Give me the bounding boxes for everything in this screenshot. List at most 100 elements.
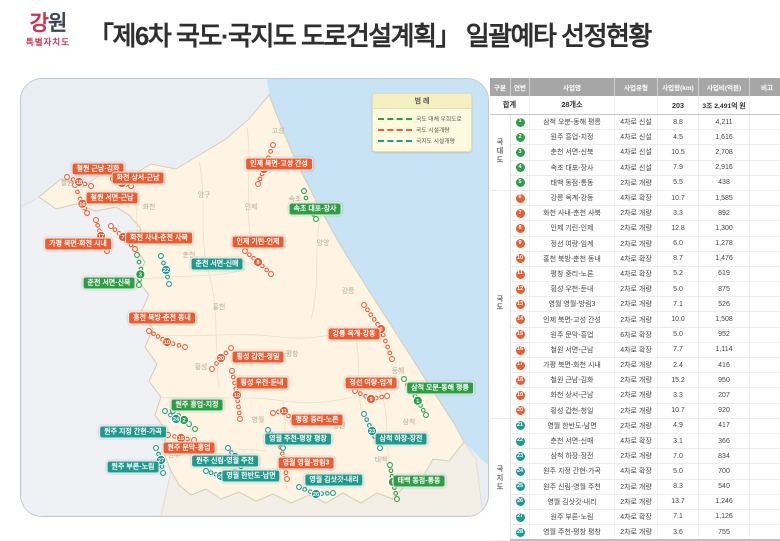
project-type-cell: 4차로 확장 — [615, 251, 658, 266]
row-number-cell: 24 — [511, 464, 530, 479]
project-type-cell: 2차로 개량 — [615, 175, 658, 190]
route-bead — [326, 492, 330, 496]
cost-cell: 4,211 — [699, 115, 750, 130]
row-number-badge: 15 — [516, 330, 525, 339]
project-name-cell: 철원 서면-근남 — [530, 342, 615, 357]
row-number-cell: 4 — [511, 160, 530, 175]
length-cell: 10.7 — [658, 403, 699, 418]
row-number-badge: 11 — [516, 270, 525, 279]
row-number-cell: 17 — [511, 358, 530, 373]
legend-item-label: 국지도 시설개량 — [416, 136, 455, 145]
row-number-badge: 2 — [516, 133, 525, 142]
group-label-cell: 국도 — [490, 190, 511, 418]
project-type-cell: 4차로 신설 — [615, 160, 658, 175]
table-row: 25원주 신림-영월 주천2차로 개량8.3540 — [490, 479, 780, 494]
route-bead — [269, 272, 274, 277]
column-header: 비고 — [750, 78, 780, 96]
legend-item: 국지도 시설개량 — [378, 136, 466, 145]
note-cell — [750, 342, 780, 357]
route-bead — [160, 465, 164, 469]
table-row: 28영월 주천-평창 평창2차로 개량3.6755 — [490, 525, 780, 541]
length-cell: 7.1 — [658, 509, 699, 524]
route-bead — [133, 247, 138, 252]
map-project-label: 강릉 옥계-강동 — [328, 328, 381, 341]
row-number-badge: 5 — [516, 178, 525, 187]
project-type-cell: 4차로 확장 — [615, 266, 658, 281]
project-name-cell: 원주 부론-노림 — [530, 509, 615, 524]
route-bead — [378, 446, 383, 451]
note-cell — [750, 373, 780, 388]
map-project-label: 춘천 서면-신북 — [83, 277, 136, 290]
route-bead — [297, 485, 302, 490]
table-row: 9정선 여량-임계2차로 개량6.01,278 — [490, 236, 780, 251]
region-name-label: 고성 — [272, 126, 285, 135]
project-name-cell: 원주 신림-영월 주천 — [530, 479, 615, 494]
table-row: 24원주 지정 간현-가곡4차로 확장5.0700 — [490, 464, 780, 479]
map-project-label: 인제 북면-고성 간성 — [245, 158, 313, 171]
row-number-badge: 20 — [516, 406, 525, 415]
route-bead — [424, 413, 429, 418]
row-number-badge: 3 — [516, 148, 525, 157]
route-bead — [303, 488, 307, 492]
map-project-label: 태백 동점-통동 — [393, 475, 446, 488]
project-name-cell: 가평 북면-화천 시내 — [530, 358, 615, 373]
length-cell: 15.2 — [658, 373, 699, 388]
route-number: 12 — [234, 393, 240, 399]
route-bead — [96, 224, 100, 228]
map-project-label: 영월 한반도-남면 — [221, 470, 280, 483]
project-type-cell: 4차로 확장 — [615, 464, 658, 479]
cost-cell: 619 — [699, 266, 750, 281]
logo-subtext: 특별자치도 — [16, 36, 80, 48]
route-number: 22 — [163, 268, 169, 274]
note-cell — [750, 130, 780, 145]
row-number-badge: 10 — [516, 254, 525, 263]
project-type-cell: 2차로 개량 — [615, 479, 658, 494]
map-project-label: 철원 서면-근남 — [86, 192, 139, 205]
map-project-label: 인제 기린-인제 — [232, 236, 285, 249]
project-type-cell: 2차로 개량 — [615, 403, 658, 418]
project-name-cell: 횡성 우천-둔내 — [530, 282, 615, 297]
legend-dash-swatch — [378, 118, 412, 120]
note-cell — [750, 145, 780, 160]
note-cell — [750, 160, 780, 175]
row-number-badge: 19 — [516, 391, 525, 400]
route-bead — [402, 377, 407, 382]
project-type-cell: 6차로 확장 — [615, 327, 658, 342]
project-name-cell: 춘천 서면-신매 — [530, 433, 615, 448]
cost-cell: 2,916 — [699, 160, 750, 175]
route-bead — [265, 268, 269, 272]
table-row: 20횡성 갑천-청일2차로 개량10.7920 — [490, 403, 780, 418]
map-project-label: 홍천 북방-춘천 동내 — [128, 312, 196, 325]
table-row: 국도6강릉 옥계-강동4차로 확장10.71,585 — [490, 190, 780, 205]
route-bead — [302, 189, 307, 194]
project-name-cell: 인제 기린-인제 — [530, 221, 615, 236]
length-cell: 2.4 — [658, 358, 699, 373]
project-type-cell: 2차로 개량 — [615, 525, 658, 541]
row-number-cell: 13 — [511, 297, 530, 312]
route-number: 10 — [164, 340, 170, 346]
logo-text-gang: 강 — [30, 12, 48, 35]
row-number-badge: 25 — [516, 482, 525, 491]
project-type-cell: 2차로 개량 — [615, 418, 658, 433]
region-name-label: 인제 — [245, 202, 258, 211]
route-bead — [271, 143, 276, 148]
row-number-cell: 20 — [511, 403, 530, 418]
legend-dash-swatch — [378, 129, 412, 131]
length-cell: 8.3 — [658, 479, 699, 494]
route-bead — [162, 261, 166, 265]
route-bead — [163, 409, 168, 414]
row-number-cell: 5 — [511, 175, 530, 190]
route-bead — [421, 408, 425, 412]
project-name-cell: 화천 사내-춘천 사북 — [530, 206, 615, 221]
project-type-cell: 2차로 개량 — [615, 236, 658, 251]
length-cell: 7.1 — [658, 297, 699, 312]
project-name-cell: 원주 지정 간현-가곡 — [530, 464, 615, 479]
route-bead — [186, 437, 190, 441]
total-cell: 28개소 — [530, 96, 615, 115]
region-name-label: 영월 — [252, 415, 265, 424]
route-bead — [173, 435, 177, 439]
project-table: 구분연번사업명사업유형사업량(km)사업비(억원)비고 합계28개소2033조 … — [490, 78, 780, 541]
project-name-cell: 정선 여량-임계 — [530, 236, 615, 251]
project-name-cell: 영월 영월-방림3 — [530, 297, 615, 312]
project-name-cell: 삼척 오분-동해 평릉 — [530, 115, 615, 130]
